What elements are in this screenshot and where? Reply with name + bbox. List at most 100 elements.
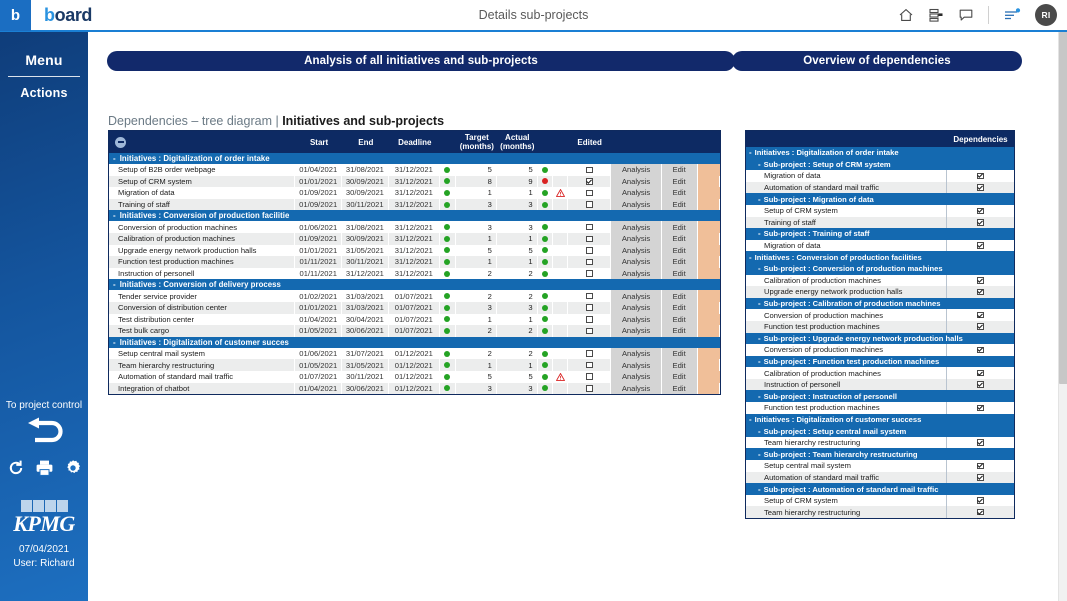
dependency-subproject-header[interactable]: - Sub-project : Setup central mail system <box>746 425 1014 437</box>
dependency-row[interactable]: Automation of standard mail traffic <box>746 471 1014 484</box>
row-edit-button[interactable]: Edit <box>661 382 698 395</box>
row-analysis-button[interactable]: Analysis <box>611 382 662 395</box>
dependency-initiative-header[interactable]: - Initiatives : Conversion of production … <box>746 251 1014 263</box>
expand-toggle-icon[interactable]: - <box>113 338 116 347</box>
dependency-checkbox[interactable] <box>947 217 1014 229</box>
expand-toggle-icon[interactable]: - <box>758 229 761 238</box>
gear-icon[interactable] <box>64 459 82 482</box>
dependency-row[interactable]: Upgrade energy network production halls <box>746 286 1014 298</box>
expand-toggle-icon[interactable]: - <box>758 485 761 494</box>
expand-toggle-icon[interactable]: - <box>758 195 761 204</box>
row-edit-button[interactable]: Edit <box>661 187 698 199</box>
refresh-icon[interactable] <box>7 459 25 482</box>
sidebar-actions-label[interactable]: Actions <box>0 77 88 100</box>
row-edited-checkbox[interactable] <box>568 313 612 326</box>
row-edited-checkbox[interactable] <box>568 359 612 371</box>
row-edit-button[interactable]: Edit <box>661 347 698 360</box>
dependency-subproject-header[interactable]: - Sub-project : Function test production … <box>746 355 1014 368</box>
row-edited-checkbox[interactable] <box>568 267 612 280</box>
dependency-row[interactable]: Team hierarchy restructuring <box>746 436 1014 449</box>
table-row[interactable]: Test bulk cargo 01/05/2021 30/06/2021 01/07… <box>109 325 720 337</box>
row-edit-button[interactable]: Edit <box>661 256 698 268</box>
initiative-group-header[interactable]: - Initiatives : Digitalization of custome… <box>109 336 720 348</box>
dependency-row[interactable]: Setup central mail system <box>746 460 1014 472</box>
expand-toggle-icon[interactable]: - <box>758 334 761 343</box>
dependency-subproject-header[interactable]: - Sub-project : Instruction of personell <box>746 390 1014 403</box>
row-analysis-button[interactable]: Analysis <box>611 325 662 337</box>
dependency-initiative-header[interactable]: - Initiatives : Digitalization of order i… <box>746 147 1014 159</box>
expand-toggle-icon[interactable]: - <box>113 154 116 163</box>
row-edit-button[interactable]: Edit <box>661 244 698 257</box>
table-row[interactable]: Migration of data 01/09/2021 30/09/2021 31/… <box>109 187 721 199</box>
row-edited-checkbox[interactable] <box>568 325 612 337</box>
row-edited-checkbox[interactable] <box>568 164 612 176</box>
row-edit-button[interactable]: Edit <box>661 175 698 188</box>
row-edited-checkbox[interactable] <box>568 256 612 268</box>
row-edited-checkbox[interactable] <box>568 175 612 188</box>
sidebar-menu-label[interactable]: Menu <box>0 32 88 76</box>
dependency-row[interactable]: Conversion of production machines <box>746 309 1014 321</box>
dependency-row[interactable]: Setup of CRM system <box>746 204 1014 217</box>
expand-toggle-icon[interactable]: - <box>758 450 761 459</box>
expand-toggle-icon[interactable]: - <box>749 148 752 157</box>
back-arrow-icon[interactable] <box>0 417 88 447</box>
to-project-control-label[interactable]: To project control <box>0 400 88 411</box>
dependency-subproject-header[interactable]: - Sub-project : Training of staff <box>746 228 1014 240</box>
dependency-checkbox[interactable] <box>947 344 1014 356</box>
table-row[interactable]: Test distribution center 01/04/2021 30/04/… <box>109 313 721 326</box>
dependency-row[interactable]: Calibration of production machines <box>746 274 1014 287</box>
table-row[interactable]: Team hierarchy restructuring 01/05/2021 31… <box>109 359 720 371</box>
dependency-row[interactable]: Migration of data <box>746 170 1014 182</box>
dependency-initiative-header[interactable]: - Initiatives : Digitalization of custome… <box>746 413 1014 426</box>
row-edited-checkbox[interactable] <box>568 244 612 257</box>
dependency-checkbox[interactable] <box>947 367 1014 379</box>
dependency-subproject-header[interactable]: - Sub-project : Team hierarchy restructur… <box>746 448 1014 461</box>
row-edit-button[interactable]: Edit <box>661 198 698 211</box>
table-row[interactable]: Integration of chatbot 01/04/2021 30/06/20… <box>109 382 720 395</box>
dependency-row[interactable]: Instruction of personell <box>746 378 1014 391</box>
row-analysis-button[interactable]: Analysis <box>611 313 662 326</box>
row-edit-button[interactable]: Edit <box>661 325 698 337</box>
dependency-checkbox[interactable] <box>947 472 1014 484</box>
row-analysis-button[interactable]: Analysis <box>611 256 662 268</box>
dependency-subproject-header[interactable]: - Sub-project : Calibration of production… <box>746 297 1014 310</box>
dependency-row[interactable]: Calibration of production machines <box>746 367 1014 379</box>
row-analysis-button[interactable]: Analysis <box>611 175 662 188</box>
table-row[interactable]: Setup of B2B order webpage 01/04/2021 31/0… <box>109 164 721 176</box>
list-settings-icon[interactable] <box>1003 7 1021 23</box>
dependency-checkbox[interactable] <box>947 460 1014 472</box>
row-edited-checkbox[interactable] <box>568 301 612 314</box>
row-edited-checkbox[interactable] <box>568 221 612 233</box>
row-edit-button[interactable]: Edit <box>661 301 698 314</box>
dependency-checkbox[interactable] <box>947 495 1014 507</box>
expand-toggle-icon[interactable]: - <box>113 280 116 289</box>
table-row[interactable]: Instruction of personell 01/11/2021 31/12/… <box>109 267 721 280</box>
dependency-row[interactable]: Setup of CRM system <box>746 494 1014 507</box>
table-row[interactable]: Conversion of production machines 01/06/2… <box>109 221 721 233</box>
row-analysis-button[interactable]: Analysis <box>611 359 662 371</box>
table-row[interactable]: Calibration of production machines 01/09/… <box>109 232 720 245</box>
initiative-group-header[interactable]: - Initiatives : Digitalization of order i… <box>109 153 720 164</box>
expand-toggle-icon[interactable]: - <box>758 392 761 401</box>
initiative-group-header[interactable]: - Initiatives : Conversion of production … <box>109 210 720 222</box>
dependency-row[interactable]: Conversion of production machines <box>746 344 1014 356</box>
table-row[interactable]: Setup of CRM system 01/01/2021 30/09/2021 3… <box>109 175 720 188</box>
row-edit-button[interactable]: Edit <box>661 370 698 383</box>
dependency-checkbox[interactable] <box>947 506 1014 518</box>
row-analysis-button[interactable]: Analysis <box>611 267 662 280</box>
expand-toggle-icon[interactable]: - <box>113 211 116 220</box>
dependency-subproject-header[interactable]: - Sub-project : Migration of data <box>746 193 1014 205</box>
table-row[interactable]: Upgrade energy network production halls 0… <box>109 244 721 257</box>
expand-toggle-icon[interactable]: - <box>758 160 761 169</box>
dependency-row[interactable]: Training of staff <box>746 216 1014 229</box>
row-edit-button[interactable]: Edit <box>661 232 698 245</box>
row-analysis-button[interactable]: Analysis <box>611 370 662 383</box>
dependency-row[interactable]: Migration of data <box>746 239 1014 252</box>
row-edit-button[interactable]: Edit <box>661 359 698 371</box>
app-logo-mark[interactable]: b <box>0 0 31 31</box>
dependency-checkbox[interactable] <box>947 240 1014 252</box>
table-row[interactable]: Tender service provider 01/02/2021 31/03/2… <box>109 290 721 302</box>
row-analysis-button[interactable]: Analysis <box>611 232 662 245</box>
layout-icon[interactable] <box>928 7 944 23</box>
row-analysis-button[interactable]: Analysis <box>611 347 662 360</box>
